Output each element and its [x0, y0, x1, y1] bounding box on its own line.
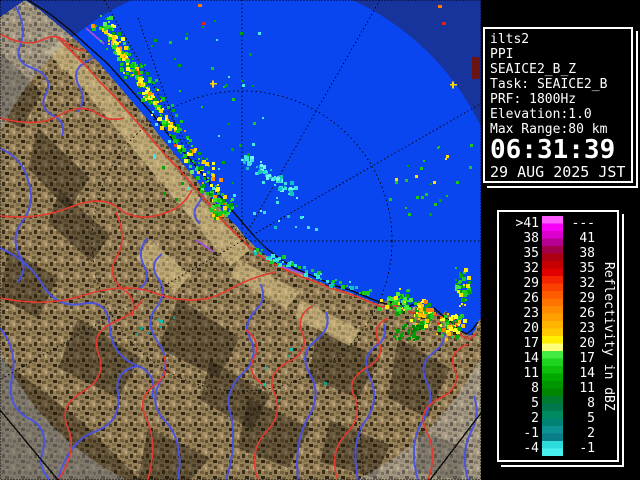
radar-app-window: ilts2 PPI SEAICE2_B_Z Task: SEAICE2_B PR…: [0, 0, 640, 480]
legend-color-cell: [542, 381, 563, 396]
legend-left-label: 20: [523, 321, 539, 336]
legend-row: 29 32: [501, 276, 595, 291]
legend-left-label: -4: [523, 441, 539, 456]
elevation-label: Elevation:1.0: [490, 107, 592, 122]
legend-row: 58: [501, 396, 595, 411]
clock-time: 06:31:39: [490, 135, 616, 165]
legend-right-label: 20: [579, 336, 595, 351]
station-id: ilts2: [490, 32, 530, 47]
legend-color-cell: [542, 396, 563, 411]
legend-left-label: >41: [515, 216, 539, 231]
legend-row: 11 14: [501, 366, 595, 381]
legend-color-cell: [542, 261, 563, 276]
legend-left-label: 2: [531, 411, 539, 426]
legend-row: 23 26: [501, 306, 595, 321]
legend-right-label: 17: [579, 351, 595, 366]
legend-right-label: 26: [579, 306, 595, 321]
legend-left-label: 26: [523, 291, 539, 306]
legend-color-cell: [542, 351, 563, 366]
legend-color-cell: [542, 306, 563, 321]
legend-left-label: 17: [523, 336, 539, 351]
legend-right-label: 2: [587, 426, 595, 441]
legend-color-cell: [542, 231, 563, 246]
legend-left-label: 11: [523, 366, 539, 381]
legend-right-label: 11: [579, 381, 595, 396]
legend-left-label: 35: [523, 246, 539, 261]
legend-row: 25: [501, 411, 595, 426]
legend-rows: >41 --- 38 41 35 38 32 35 29 32 26 29 23 26 20 23 17 20 14…: [501, 216, 595, 456]
task-label: Task: SEAICE2_B: [490, 77, 608, 92]
edge-artifact: [472, 57, 480, 79]
legend-color-cell: [542, 291, 563, 306]
legend-right-label: 8: [587, 396, 595, 411]
legend-row: 26 29: [501, 291, 595, 306]
info-panel: ilts2 PPI SEAICE2_B_Z Task: SEAICE2_B PR…: [483, 27, 638, 188]
date-label: 29 AUG 2025 JST: [490, 163, 626, 181]
product-id: SEAICE2_B_Z: [490, 62, 577, 77]
legend-row: 8 11: [501, 381, 595, 396]
legend-row: 17 20: [501, 336, 595, 351]
legend-right-label: -1: [579, 441, 595, 456]
radar-map: [0, 0, 481, 480]
legend-color-cell: [542, 366, 563, 381]
legend-panel: >41 --- 38 41 35 38 32 35 29 32 26 29 23 26 20 23 17 20 14…: [497, 210, 624, 467]
legend-right-label: 32: [579, 276, 595, 291]
legend-left-label: 14: [523, 351, 539, 366]
legend-row: 14 17: [501, 351, 595, 366]
legend-left-label: 29: [523, 276, 539, 291]
legend-row: >41 ---: [501, 216, 595, 231]
legend-row: -4 -1: [501, 441, 595, 456]
legend-row: -1 2: [501, 426, 595, 441]
legend-right-label: 14: [579, 366, 595, 381]
legend-color-cell: [542, 426, 563, 441]
legend-left-label: 23: [523, 306, 539, 321]
legend-left-label: 8: [531, 381, 539, 396]
scan-mode: PPI: [490, 47, 514, 62]
legend-color-cell: [542, 441, 563, 456]
legend-left-label: 5: [531, 396, 539, 411]
legend-color-cell: [542, 216, 563, 231]
legend-row: 32 35: [501, 261, 595, 276]
legend-color-cell: [542, 276, 563, 291]
legend-color-cell: [542, 321, 563, 336]
legend-axis-label: Reflectivity in dBZ: [601, 261, 616, 411]
legend-right-label: 23: [579, 321, 595, 336]
legend-left-label: 38: [523, 231, 539, 246]
legend-right-label: 29: [579, 291, 595, 306]
legend-row: 35 38: [501, 246, 595, 261]
legend-row: 20 23: [501, 321, 595, 336]
legend-right-label: 38: [579, 246, 595, 261]
legend-row: 38 41: [501, 231, 595, 246]
prf-label: PRF: 1800Hz: [490, 92, 577, 107]
legend-right-label: 5: [587, 411, 595, 426]
legend-right-label: 35: [579, 261, 595, 276]
legend-left-label: -1: [523, 426, 539, 441]
legend-color-cell: [542, 246, 563, 261]
legend-color-cell: [542, 411, 563, 426]
legend-color-cell: [542, 336, 563, 351]
legend-right-label: 41: [579, 231, 595, 246]
legend-right-label: ---: [571, 216, 595, 231]
legend-left-label: 32: [523, 261, 539, 276]
